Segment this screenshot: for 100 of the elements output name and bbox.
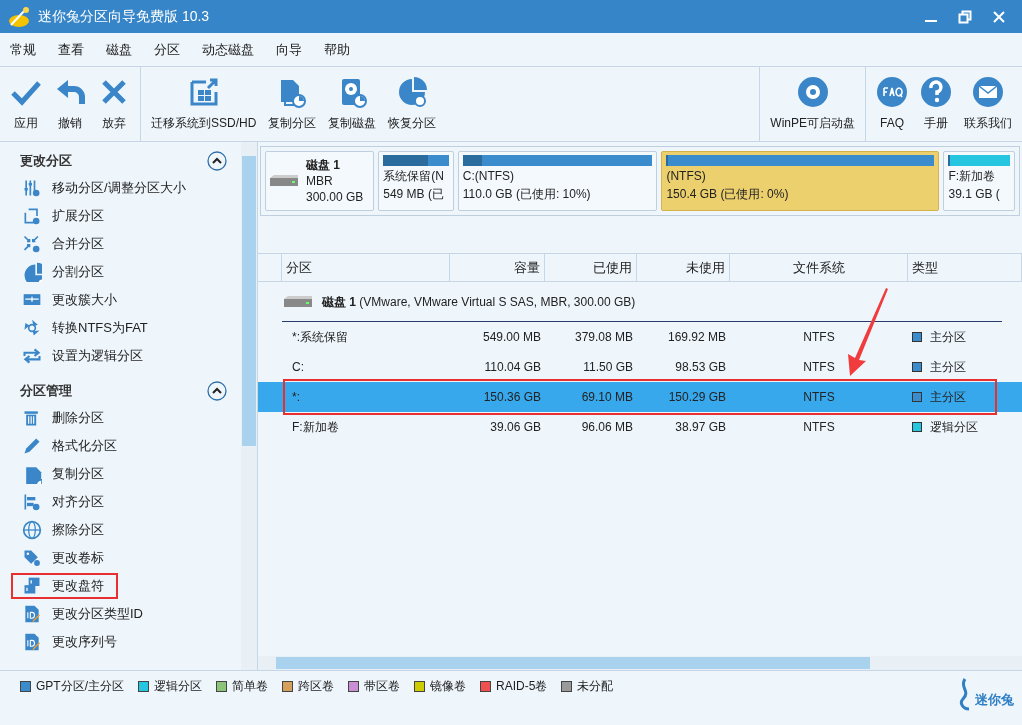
brand-name: 迷你兔 [975,690,1014,709]
toolbar-button[interactable]: 恢复分区 [382,67,443,141]
sidebar-item[interactable]: 删除分区 [52,408,104,428]
table-cell-text: NTFS [802,329,836,346]
menu-item[interactable]: 查看 [58,39,84,60]
table-cell-text: 38.97 GB [674,419,727,436]
partition-details: 110.0 GB (已使用: 10%) [462,187,592,202]
pie-chart-icon [22,262,42,282]
table-cell-text: 98.53 GB [674,359,727,376]
pie-chart-icon [396,76,429,108]
sidebar-item[interactable]: 格式化分区 [52,436,117,456]
collapse-icon[interactable] [207,381,227,401]
sidebar-item[interactable]: 转换NTFS为FAT [52,318,148,338]
table-cell-text: 主分区 [930,329,966,346]
column-header[interactable]: 已使用 [545,254,637,281]
selected-row[interactable]: *: 150.36 GB 69.10 MB 150.29 GB NTFS 主分区 [258,382,1022,412]
sidebar-item[interactable]: 对齐分区 [52,492,104,512]
toolbar-button[interactable]: WinPE可启动盘 [764,67,861,141]
align-icon [22,492,42,512]
disk-row-label[interactable]: 磁盘 1 (VMware, VMware Virtual S SAS, MBR, 300.00 GB) [322,292,636,311]
sidebar-item[interactable]: 复制分区 [52,464,104,484]
menu-item[interactable]: 帮助 [324,39,350,60]
column-header[interactable]: 文件系统 [730,254,908,281]
partition-label: 系统保留(N [383,169,445,184]
legend-label: 镜像卷 [430,678,466,695]
sidebar-item[interactable]: 更改卷标 [52,548,104,568]
scrollbar-thumb[interactable] [242,156,256,446]
legend-label: 简单卷 [232,678,268,695]
toolbar-button[interactable]: 应用 [4,67,48,141]
vertical-scrollbar[interactable] [241,142,257,670]
disk-name: 磁盘 1 [306,157,341,173]
table-cell-text: NTFS [802,359,836,376]
toolbar-button[interactable]: 复制分区 [262,67,323,141]
sidebar-item[interactable]: 分割分区 [52,262,104,282]
question-mark-icon [920,76,952,108]
column-header[interactable]: 未使用 [637,254,730,281]
table-cell-text: F:新加卷 [291,419,340,436]
id-document-icon [22,632,42,652]
toolbar-button[interactable]: 复制磁盘 [322,67,383,141]
partition-details: 150.4 GB (已使用: 0%) [666,187,790,202]
menu-item[interactable]: 磁盘 [106,39,132,60]
table-cell-text: 150.29 GB [667,389,727,406]
sidebar-item[interactable]: 更改分区类型ID [52,604,143,624]
partition-card[interactable]: 系统保留(N 549 MB (已 [378,151,454,211]
menu-item[interactable]: 常规 [10,39,36,60]
table-cell-text: 150.36 GB [482,389,542,406]
close-icon[interactable] [992,9,1006,24]
menu-item[interactable]: 动态磁盘 [202,39,254,60]
toolbar-button[interactable]: 手册 [914,67,958,141]
column-header[interactable]: 容量 [450,254,545,281]
table-cell-text: 110.04 GB [483,359,542,376]
table-cell-text: C: [291,359,305,376]
sidebar-item[interactable]: 扩展分区 [52,206,104,226]
collapse-icon[interactable] [207,151,227,171]
toolbar-button[interactable]: 放弃 [92,67,136,141]
table-cell-text: 主分区 [930,359,966,376]
menu-item[interactable]: 分区 [154,39,180,60]
converging-arrows-icon [22,234,42,254]
partition-label: F:新加卷 [948,169,997,184]
menu-item[interactable]: 向导 [276,39,302,60]
restore-icon[interactable] [958,9,972,24]
legend-label: 带区卷 [364,678,400,695]
hard-drive-icon [282,294,314,309]
sidebar-item[interactable]: 移动分区/调整分区大小 [52,178,186,198]
toolbar-button[interactable]: FAQ [870,67,914,141]
table-cell-text: 39.06 GB [489,419,542,436]
legend-label: 逻辑分区 [154,678,202,695]
partition-card[interactable]: F:新加卷 39.1 GB ( [943,151,1015,211]
partition-details: 549 MB (已 [383,187,445,202]
horizontal-scrollbar-thumb[interactable] [276,657,870,669]
partition-card[interactable]: C:(NTFS) 110.0 GB (已使用: 10%) [457,151,658,211]
sidebar-item[interactable]: 更改序列号 [52,632,117,652]
frame-icon [22,206,42,226]
legend-label: 未分配 [577,678,614,695]
sidebar-item[interactable]: 更改簇大小 [52,290,117,310]
window-title: 迷你兔分区向导免费版 10.3 [38,7,210,26]
drive-letter-icon [22,576,42,596]
partition-card[interactable]: (NTFS) 150.4 GB (已使用: 0%) [661,151,940,211]
toolbar-button[interactable]: 联系我们 [958,67,1018,141]
table-cell-text: NTFS [802,389,836,406]
toolbar-button[interactable]: 撤销 [48,67,92,141]
envelope-icon [972,76,1004,108]
partition-details: 39.1 GB ( [948,187,1001,202]
disc-icon [796,76,829,108]
toolbar-button[interactable]: 迁移系统到SSD/HD [145,67,263,141]
id-document-icon [22,604,42,624]
column-header[interactable]: 类型 [908,254,1022,281]
table-cell-text: 11.50 GB [582,359,634,376]
table-cell-text: 169.92 MB [666,329,727,346]
disk-info-card[interactable]: 磁盘 1 MBR 300.00 GB [265,151,375,211]
sidebar-item[interactable]: 合并分区 [52,234,104,254]
sidebar-item[interactable]: 擦除分区 [52,520,104,540]
table-cell-text: 379.08 MB [573,329,634,346]
sliders-icon [22,178,42,198]
table-cell-text: 69.10 MB [580,389,634,406]
legend-label: 跨区卷 [298,678,334,695]
column-header[interactable]: 分区 [282,254,450,281]
section-title: 更改分区 [20,152,72,171]
sidebar-item[interactable]: 设置为逻辑分区 [52,346,143,366]
sidebar-item[interactable]: 更改盘符 [52,576,104,596]
